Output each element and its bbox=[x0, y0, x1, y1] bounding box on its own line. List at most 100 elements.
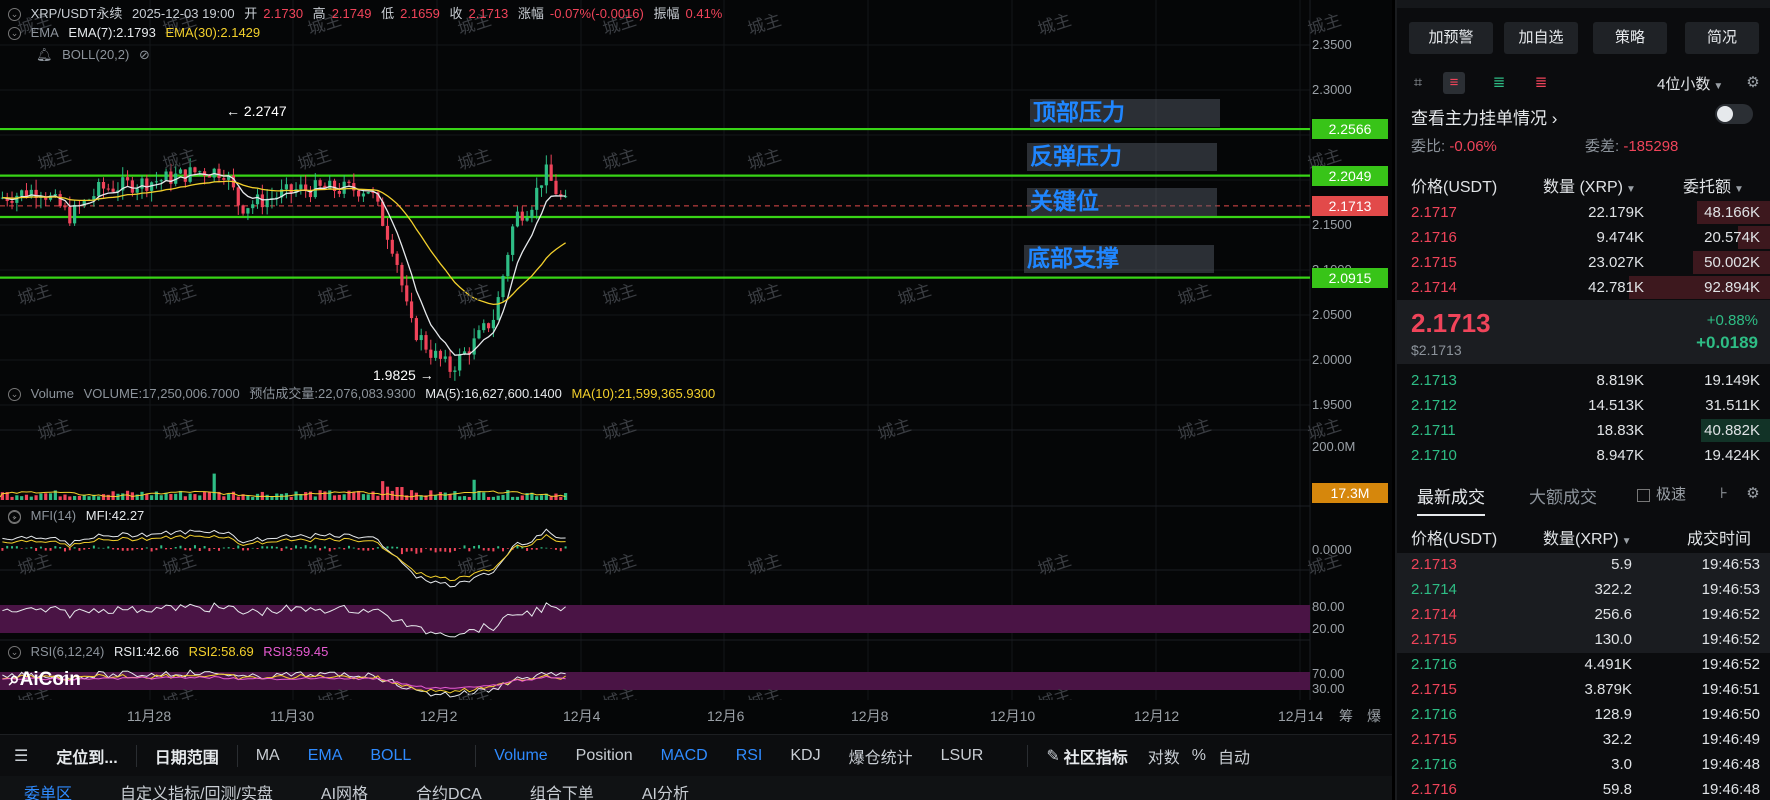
trade-settings-icon[interactable]: ⚙ bbox=[1742, 483, 1764, 505]
chip-dist-button[interactable]: 筹 bbox=[1339, 706, 1353, 726]
percent-scale-button[interactable]: % bbox=[1186, 747, 1212, 765]
liquidation-button[interactable]: 爆 bbox=[1367, 706, 1381, 726]
community-indicator-button[interactable]: 社区指标 bbox=[1064, 744, 1142, 768]
ask-row[interactable]: 2.1714 42.781K 92.894K bbox=[1397, 275, 1770, 300]
ask-row[interactable]: 2.1717 22.179K 48.166K bbox=[1397, 200, 1770, 225]
chevron-down-icon[interactable]: ⌄ bbox=[8, 388, 21, 402]
watermark-text: 城主 bbox=[600, 280, 639, 310]
menu-icon[interactable]: ☰ bbox=[0, 746, 42, 766]
ask-price: 2.1716 bbox=[1411, 229, 1457, 246]
indicator-ema[interactable]: EMA bbox=[294, 747, 357, 765]
macd-bar bbox=[410, 548, 413, 552]
macd-bar bbox=[444, 548, 447, 552]
macd-bar bbox=[141, 548, 143, 550]
indicator-position[interactable]: Position bbox=[562, 747, 647, 765]
chart-area[interactable]: 城主 城主 城主 城主 城主 城主 城主 城主 城主 城主 城主 城主 城主 城主 城主 城主 城主 城主 城主 城主… bbox=[0, 0, 1392, 800]
indicator-rsi[interactable]: RSI bbox=[722, 747, 777, 765]
indicator-ma[interactable]: MA bbox=[242, 747, 294, 765]
watermark-text: 城主 bbox=[875, 415, 914, 445]
eye-off-icon[interactable]: ⊘ bbox=[139, 47, 150, 62]
caret-down-icon: ▼ bbox=[1713, 81, 1724, 92]
bid-row[interactable]: 2.1710 8.947K 19.424K bbox=[1397, 443, 1770, 468]
chevron-right-icon[interactable]: › bbox=[8, 511, 21, 525]
add-alert-button[interactable]: 加预警 bbox=[1409, 22, 1493, 54]
bid-row[interactable]: 2.1711 18.83K 40.882K bbox=[1397, 418, 1770, 443]
indicator-volume[interactable]: Volume bbox=[480, 747, 561, 765]
mfi-legend: ⌄ MFI(14) MFI:42.27 bbox=[8, 508, 150, 524]
zone-label-top[interactable]: 顶部压力 bbox=[1030, 99, 1220, 127]
macd-bar bbox=[429, 548, 432, 551]
ask-row[interactable]: 2.1715 23.027K 50.002K bbox=[1397, 250, 1770, 275]
chevron-down-icon[interactable]: ⌄ bbox=[8, 27, 21, 41]
main-orders-link[interactable]: 查看主力挂单情况 › bbox=[1411, 104, 1557, 129]
volume-bar bbox=[438, 491, 443, 500]
volume-bar bbox=[352, 492, 356, 500]
indicator-macd[interactable]: MACD bbox=[647, 747, 722, 765]
macd-bar bbox=[145, 547, 148, 549]
candle-body bbox=[357, 190, 361, 197]
candle-body bbox=[409, 301, 414, 319]
macd-bar bbox=[304, 545, 307, 549]
decimal-select[interactable]: 4位小数 ▼ bbox=[1657, 73, 1723, 94]
add-watchlist-button[interactable]: 加自选 bbox=[1504, 22, 1578, 54]
watermark-text: 城主 bbox=[455, 550, 494, 580]
bid-row[interactable]: 2.1712 14.513K 31.511K bbox=[1397, 393, 1770, 418]
bid-row[interactable]: 2.1713 8.819K 19.149K bbox=[1397, 368, 1770, 393]
chevron-down-icon[interactable]: ⌄ bbox=[8, 646, 21, 660]
depth-filter-icon[interactable]: ⊦ bbox=[1713, 483, 1735, 505]
volume-bar bbox=[207, 492, 211, 500]
macd-bar bbox=[63, 548, 66, 552]
last-price-box: 2.1713 $2.1713 +0.88% +0.0189 bbox=[1397, 300, 1770, 364]
fast-mode-toggle[interactable]: 极速 bbox=[1637, 483, 1686, 504]
zone-label-key[interactable]: 关键位 bbox=[1027, 188, 1217, 216]
ob-header-price: 价格(USDT) bbox=[1411, 179, 1498, 196]
trade-qty: 128.9 bbox=[1594, 706, 1632, 723]
macd-bar bbox=[30, 546, 33, 549]
edit-icon[interactable]: ✎ bbox=[1032, 746, 1063, 766]
indicator-liquidation[interactable]: 爆仓统计 bbox=[835, 744, 927, 768]
volume-bar bbox=[58, 496, 62, 500]
ob-header-total[interactable]: 委托额 ▼ bbox=[1683, 173, 1744, 197]
orderbook-asks-icon[interactable]: ≣ bbox=[1530, 72, 1552, 94]
tab-combo-order[interactable]: 组合下单 bbox=[506, 776, 618, 800]
trade-header-qty[interactable]: 数量(XRP) ▼ bbox=[1543, 525, 1631, 549]
locate-button[interactable]: 定位到... bbox=[42, 744, 131, 768]
indicator-kdj[interactable]: KDJ bbox=[776, 747, 834, 765]
tab-orders[interactable]: 委单区 bbox=[0, 776, 96, 800]
main-orders-toggle[interactable] bbox=[1715, 104, 1753, 124]
orderbook-bids-icon[interactable]: ≣ bbox=[1488, 72, 1510, 94]
date-range-button[interactable]: 日期范围 bbox=[141, 744, 233, 768]
trade-row: 2.1716 128.9 19:46:50 bbox=[1397, 703, 1770, 728]
tab-latest-trades[interactable]: 最新成交 bbox=[1417, 483, 1485, 516]
tab-ai-grid[interactable]: AI网格 bbox=[297, 776, 392, 800]
ob-header-qty[interactable]: 数量 (XRP) ▼ bbox=[1543, 173, 1636, 197]
bell-icon[interactable]: 🔔︎ bbox=[36, 47, 53, 62]
indicator-lsur[interactable]: LSUR bbox=[927, 747, 998, 765]
overview-button[interactable]: 简况 bbox=[1685, 22, 1759, 54]
chevron-down-icon[interactable]: ⌄ bbox=[8, 8, 21, 22]
indicator-boll[interactable]: BOLL bbox=[356, 747, 425, 765]
zone-label-bottom[interactable]: 底部支撑 bbox=[1024, 245, 1214, 273]
tab-large-trades[interactable]: 大额成交 bbox=[1529, 483, 1597, 508]
macd-bar bbox=[203, 546, 206, 549]
orderbook-both-icon[interactable]: ≡ bbox=[1443, 72, 1465, 94]
strategy-button[interactable]: 策略 bbox=[1593, 22, 1667, 54]
log-scale-button[interactable]: 对数 bbox=[1142, 744, 1186, 768]
macd-bar bbox=[545, 547, 548, 549]
tab-contract-dca[interactable]: 合约DCA bbox=[392, 776, 506, 800]
settings-icon[interactable]: ⚙ bbox=[1742, 72, 1764, 94]
volume-bar bbox=[472, 479, 476, 500]
volume-bar bbox=[265, 494, 269, 500]
macd-bar bbox=[49, 548, 52, 551]
zone-label-rebound[interactable]: 反弹压力 bbox=[1027, 143, 1217, 171]
watermark-text: 城主 bbox=[295, 145, 334, 175]
cursor-icon[interactable]: ⌗ bbox=[1407, 72, 1429, 94]
tab-custom-indicator[interactable]: 自定义指标/回测/实盘 bbox=[96, 776, 297, 800]
auto-scale-button[interactable]: 自动 bbox=[1212, 744, 1256, 768]
ask-row[interactable]: 2.1716 9.474K 20.574K bbox=[1397, 225, 1770, 250]
tab-ai-analysis[interactable]: AI分析 bbox=[618, 776, 713, 800]
bid-price: 2.1711 bbox=[1411, 422, 1456, 439]
candle-body bbox=[246, 208, 250, 214]
checkbox-icon[interactable] bbox=[1637, 488, 1650, 502]
candle-body bbox=[429, 349, 433, 358]
